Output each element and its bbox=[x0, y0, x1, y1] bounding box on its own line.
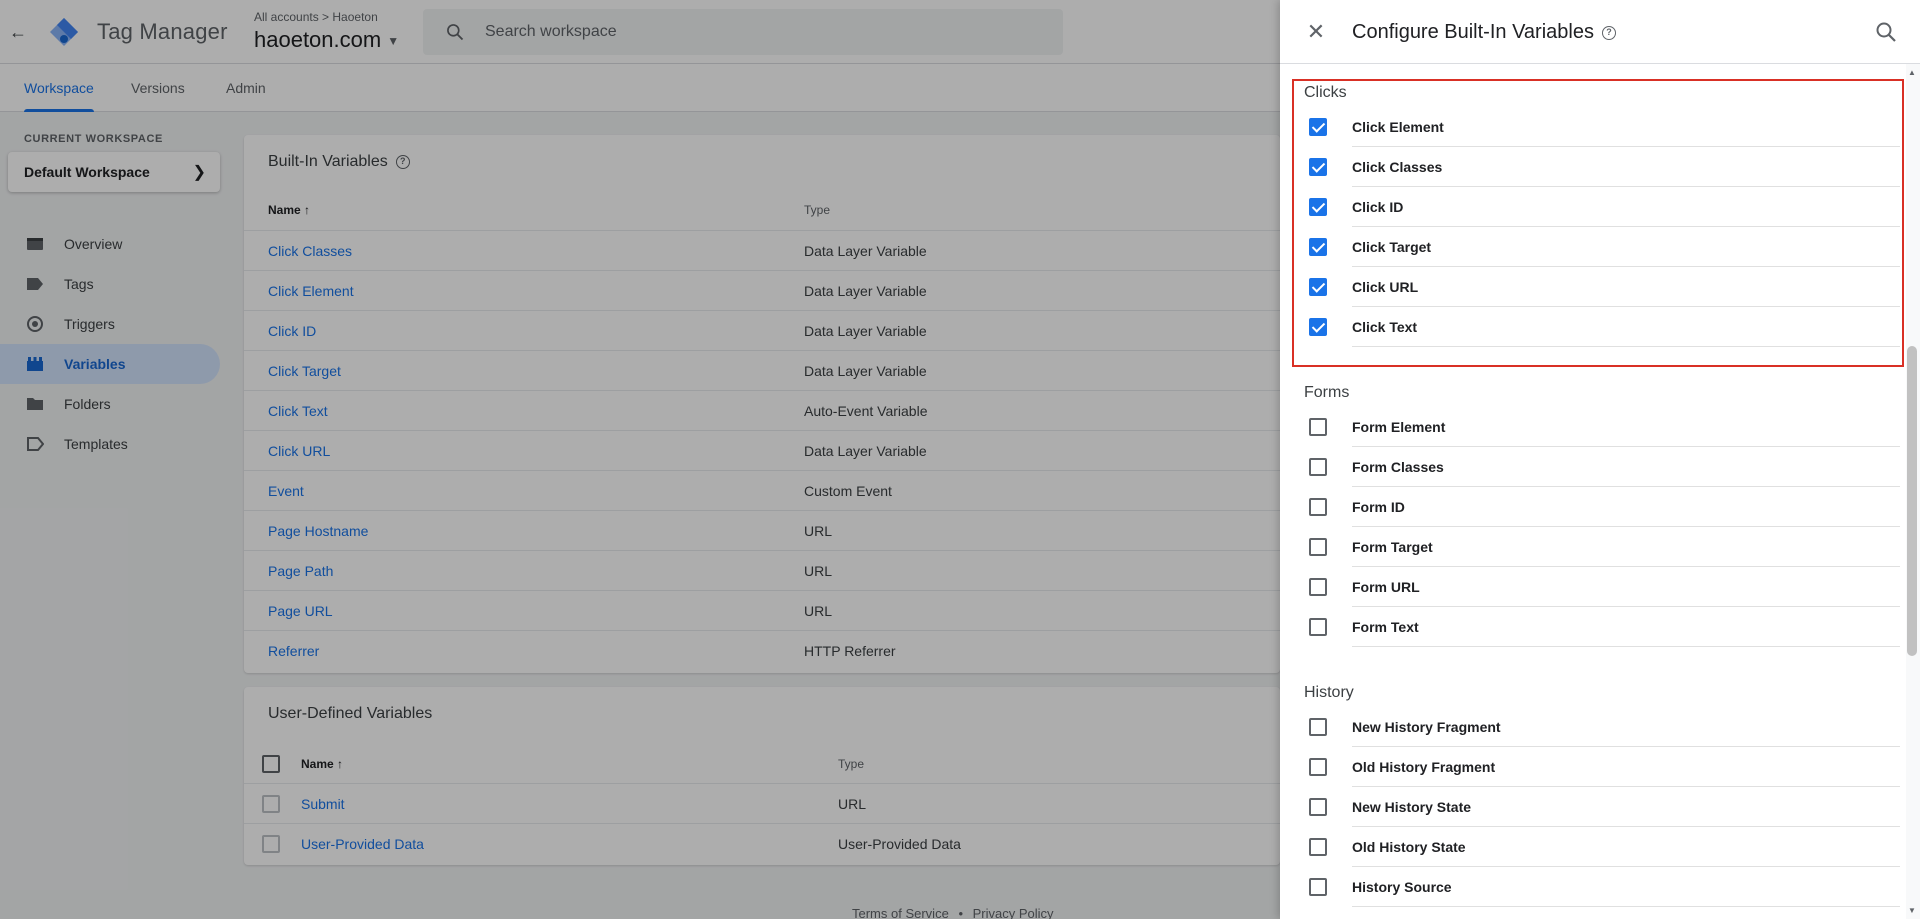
help-icon[interactable]: ? bbox=[1601, 25, 1616, 40]
option-label: Old History State bbox=[1352, 839, 1466, 855]
checkbox-checked[interactable] bbox=[1309, 318, 1327, 336]
option-label: Click Target bbox=[1352, 239, 1432, 255]
checkbox-unchecked[interactable] bbox=[1309, 838, 1327, 856]
panel-title: Configure Built-In Variables? bbox=[1352, 21, 1616, 44]
checkbox-checked[interactable] bbox=[1309, 158, 1327, 176]
builtin-variable-option[interactable]: Click Text bbox=[1280, 307, 1900, 347]
option-label: History Source bbox=[1352, 879, 1452, 895]
option-label: Click ID bbox=[1352, 199, 1404, 215]
checkbox-unchecked[interactable] bbox=[1309, 418, 1327, 436]
builtin-variable-option[interactable]: Old History Fragment bbox=[1280, 747, 1900, 787]
option-label: Click Classes bbox=[1352, 159, 1443, 175]
builtin-variable-option[interactable]: Form Text bbox=[1280, 607, 1900, 647]
modal-scrim[interactable] bbox=[0, 0, 1280, 919]
builtin-variable-option[interactable]: Click Element bbox=[1280, 107, 1900, 147]
search-icon[interactable] bbox=[1874, 20, 1898, 44]
divider bbox=[1352, 346, 1900, 347]
builtin-variable-option[interactable]: Click Target bbox=[1280, 227, 1900, 267]
divider bbox=[1352, 646, 1900, 647]
option-label: Form Target bbox=[1352, 539, 1433, 555]
builtin-variable-option[interactable]: Form Target bbox=[1280, 527, 1900, 567]
builtin-variable-option[interactable]: Click ID bbox=[1280, 187, 1900, 227]
section-title-clicks: Clicks bbox=[1304, 84, 1347, 101]
checkbox-checked[interactable] bbox=[1309, 238, 1327, 256]
checkbox-checked[interactable] bbox=[1309, 278, 1327, 296]
option-label: Click URL bbox=[1352, 279, 1419, 295]
option-label: Click Text bbox=[1352, 319, 1418, 335]
option-label: Form ID bbox=[1352, 499, 1405, 515]
section-title-forms: Forms bbox=[1304, 384, 1350, 401]
checkbox-unchecked[interactable] bbox=[1309, 578, 1327, 596]
panel-header: ✕ Configure Built-In Variables? bbox=[1280, 0, 1920, 64]
option-label: Form Text bbox=[1352, 619, 1419, 635]
builtin-variable-option[interactable]: Old History State bbox=[1280, 827, 1900, 867]
scrollbar-thumb[interactable] bbox=[1907, 346, 1917, 656]
option-label: Old History Fragment bbox=[1352, 759, 1496, 775]
scroll-down-icon[interactable]: ▼ bbox=[1907, 906, 1917, 915]
checkbox-unchecked[interactable] bbox=[1309, 718, 1327, 736]
builtin-variable-option[interactable]: Click URL bbox=[1280, 267, 1900, 307]
builtin-variable-option[interactable]: Form URL bbox=[1280, 567, 1900, 607]
builtin-variable-option[interactable]: New History State bbox=[1280, 787, 1900, 827]
builtin-variable-option[interactable]: New History Fragment bbox=[1280, 707, 1900, 747]
checkbox-unchecked[interactable] bbox=[1309, 758, 1327, 776]
checkbox-unchecked[interactable] bbox=[1309, 618, 1327, 636]
builtin-variable-option[interactable]: Click Classes bbox=[1280, 147, 1900, 187]
checkbox-unchecked[interactable] bbox=[1309, 498, 1327, 516]
checkbox-unchecked[interactable] bbox=[1309, 538, 1327, 556]
scroll-up-icon[interactable]: ▲ bbox=[1907, 68, 1917, 77]
checkbox-unchecked[interactable] bbox=[1309, 458, 1327, 476]
checkbox-unchecked[interactable] bbox=[1309, 878, 1327, 896]
checkbox-checked[interactable] bbox=[1309, 198, 1327, 216]
panel-scroll-area: Clicks Click Element Click Classes Click ID… bbox=[1280, 64, 1920, 919]
checkbox-unchecked[interactable] bbox=[1309, 798, 1327, 816]
section-title-history: History bbox=[1304, 684, 1354, 701]
builtin-variable-option[interactable]: History Source bbox=[1280, 867, 1900, 907]
builtin-variable-option[interactable]: Form ID bbox=[1280, 487, 1900, 527]
builtin-variable-option[interactable]: Form Element bbox=[1280, 407, 1900, 447]
option-label: Click Element bbox=[1352, 119, 1444, 135]
option-label: New History Fragment bbox=[1352, 719, 1501, 735]
checkbox-checked[interactable] bbox=[1309, 118, 1327, 136]
configure-builtin-variables-panel: Clicks Click Element Click Classes Click ID… bbox=[1280, 0, 1920, 919]
option-label: New History State bbox=[1352, 799, 1472, 815]
option-label: Form URL bbox=[1352, 579, 1420, 595]
divider bbox=[1352, 906, 1900, 907]
option-label: Form Classes bbox=[1352, 459, 1444, 475]
option-label: Form Element bbox=[1352, 419, 1446, 435]
builtin-variable-option[interactable]: Form Classes bbox=[1280, 447, 1900, 487]
close-icon[interactable]: ✕ bbox=[1304, 20, 1328, 44]
